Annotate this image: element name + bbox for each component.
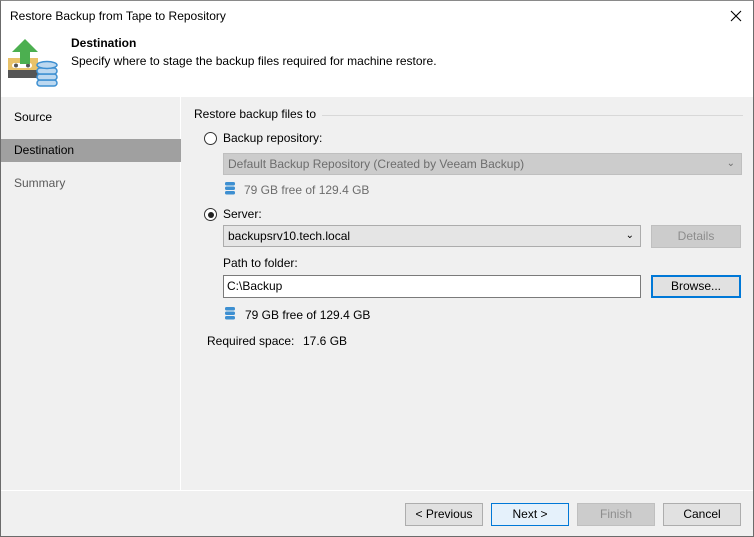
chevron-down-icon: ⌄ bbox=[726, 158, 735, 169]
path-to-folder-input[interactable]: C:\Backup bbox=[223, 275, 641, 298]
server-radio[interactable] bbox=[204, 208, 217, 221]
tape-restore-icon bbox=[8, 39, 58, 87]
close-icon bbox=[730, 10, 742, 22]
next-button[interactable]: Next > bbox=[491, 503, 569, 526]
page-description: Specify where to stage the backup files … bbox=[71, 54, 437, 68]
details-button[interactable]: Details bbox=[651, 225, 741, 248]
server-free-space: 79 GB free of 129.4 GB bbox=[245, 308, 371, 322]
backup-repository-value: Default Backup Repository (Created by Ve… bbox=[228, 157, 525, 171]
path-to-folder-label: Path to folder: bbox=[223, 256, 298, 270]
restore-to-group-label: Restore backup files to bbox=[194, 107, 323, 121]
database-icon bbox=[225, 182, 235, 195]
page-title: Destination bbox=[71, 36, 137, 50]
sidebar-item-summary[interactable]: Summary bbox=[1, 172, 181, 195]
title-bar: Restore Backup from Tape to Repository bbox=[1, 1, 753, 31]
backup-repository-label[interactable]: Backup repository: bbox=[223, 131, 322, 145]
sidebar-item-destination[interactable]: Destination bbox=[1, 139, 181, 162]
destination-panel: Restore backup files to Backup repositor… bbox=[182, 97, 753, 490]
wizard-header: Destination Specify where to stage the b… bbox=[1, 31, 753, 97]
sidebar-item-source[interactable]: Source bbox=[1, 106, 181, 129]
restore-wizard-window: Restore Backup from Tape to Repository D… bbox=[0, 0, 754, 537]
browse-button[interactable]: Browse... bbox=[651, 275, 741, 298]
cancel-button[interactable]: Cancel bbox=[663, 503, 741, 526]
chevron-down-icon: ⌄ bbox=[625, 230, 634, 241]
server-label[interactable]: Server: bbox=[223, 207, 262, 221]
finish-button[interactable]: Finish bbox=[577, 503, 655, 526]
repository-free-space: 79 GB free of 129.4 GB bbox=[244, 183, 370, 197]
previous-button[interactable]: < Previous bbox=[405, 503, 483, 526]
wizard-steps-sidebar: Source Destination Summary bbox=[1, 97, 181, 490]
server-value: backupsrv10.tech.local bbox=[228, 229, 351, 243]
backup-repository-radio[interactable] bbox=[204, 132, 217, 145]
database-icon bbox=[225, 307, 235, 320]
required-space-value: 17.6 GB bbox=[303, 334, 348, 348]
wizard-footer: < Previous Next > Finish Cancel bbox=[1, 490, 753, 536]
backup-repository-select[interactable]: Default Backup Repository (Created by Ve… bbox=[223, 153, 742, 175]
window-title: Restore Backup from Tape to Repository bbox=[10, 9, 226, 23]
server-select[interactable]: backupsrv10.tech.local ⌄ bbox=[223, 225, 641, 247]
close-button[interactable] bbox=[725, 5, 747, 27]
required-space-label: Required space: bbox=[207, 334, 295, 348]
